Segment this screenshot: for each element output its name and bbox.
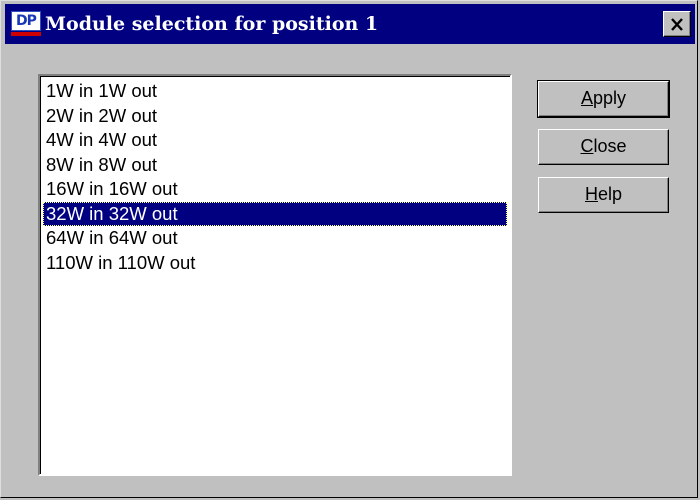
window-title: Module selection for position 1 [45, 13, 379, 35]
close-window-button[interactable] [663, 11, 691, 37]
module-listbox[interactable]: 1W in 1W out 2W in 2W out 4W in 4W out 8W i… [38, 74, 512, 476]
list-item[interactable]: 32W in 32W out [43, 201, 507, 226]
close-mnemonic: C [580, 136, 594, 156]
help-label: elp [597, 184, 623, 204]
list-item[interactable]: 4W in 4W out [43, 128, 507, 153]
app-icon-label: DP [11, 11, 41, 31]
apply-mnemonic: A [580, 88, 593, 108]
module-list: 1W in 1W out 2W in 2W out 4W in 4W out 8W i… [43, 79, 507, 275]
close-icon [671, 17, 683, 31]
help-button[interactable]: Help [538, 177, 669, 213]
list-item[interactable]: 1W in 1W out [43, 79, 507, 104]
dp-app-icon: DP [11, 11, 41, 37]
list-item[interactable]: 110W in 110W out [43, 251, 507, 276]
list-item[interactable]: 8W in 8W out [43, 153, 507, 178]
app-icon-bar [11, 32, 41, 36]
title-bar[interactable]: DP Module selection for position 1 [5, 4, 695, 44]
close-label: lose [593, 136, 627, 156]
list-item[interactable]: 2W in 2W out [43, 104, 507, 129]
dialog-window: DP Module selection for position 1 1W in… [0, 0, 698, 498]
list-item[interactable]: 64W in 64W out [43, 226, 507, 251]
list-item[interactable]: 16W in 16W out [43, 177, 507, 202]
close-button[interactable]: Close [538, 129, 669, 165]
apply-button[interactable]: Apply [537, 80, 670, 118]
help-mnemonic: H [584, 184, 598, 204]
apply-label: pply [592, 88, 627, 108]
